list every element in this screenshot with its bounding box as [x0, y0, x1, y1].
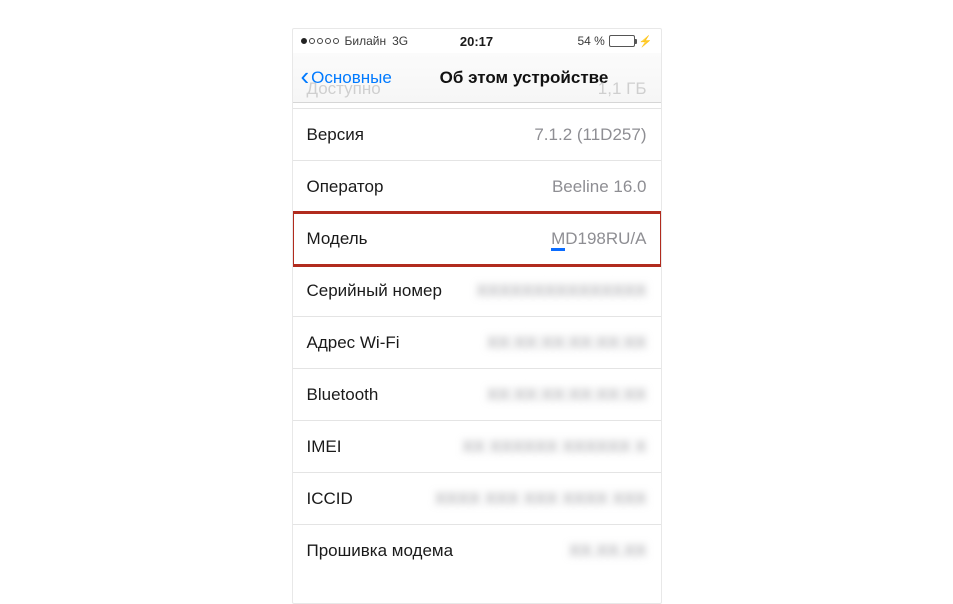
row-model[interactable]: Модель MD198RU/A [293, 213, 661, 265]
row-value: Beeline 16.0 [552, 177, 647, 197]
row-label: Модель [307, 229, 368, 249]
row-label: Оператор [307, 177, 384, 197]
row-value: XX:XX:XX:XX:XX:XX [487, 333, 647, 353]
back-label: Основные [311, 68, 392, 88]
chevron-left-icon: ‹ [301, 63, 310, 89]
settings-list[interactable]: Версия 7.1.2 (11D257) Оператор Beeline 1… [293, 109, 661, 577]
ghost-value: 1,1 ГБ [598, 79, 647, 99]
row-label: Bluetooth [307, 385, 379, 405]
row-label: ICCID [307, 489, 353, 509]
phone-frame: Билайн 3G 20:17 54 % ⚡ ‹ Основные Об это… [292, 28, 662, 604]
row-value: XXXX XXX XXX XXXX XXX [435, 489, 647, 509]
row-value: XX XXXXXX XXXXXX X [462, 437, 646, 457]
row-iccid[interactable]: ICCID XXXX XXX XXX XXXX XXX [293, 473, 661, 525]
row-label: Адрес Wi-Fi [307, 333, 400, 353]
row-value: XX.XX.XX [569, 541, 646, 561]
row-modem-firmware[interactable]: Прошивка модема XX.XX.XX [293, 525, 661, 577]
row-wifi[interactable]: Адрес Wi-Fi XX:XX:XX:XX:XX:XX [293, 317, 661, 369]
row-version[interactable]: Версия 7.1.2 (11D257) [293, 109, 661, 161]
row-value: XXXXXXXXXXXXXXX [476, 281, 646, 301]
row-value: 7.1.2 (11D257) [534, 125, 646, 145]
row-label: Версия [307, 125, 364, 145]
status-bar: Билайн 3G 20:17 54 % ⚡ [293, 29, 661, 53]
row-value: MD198RU/A [551, 229, 646, 249]
row-label: Серийный номер [307, 281, 442, 301]
row-label: Прошивка модема [307, 541, 454, 561]
clock: 20:17 [293, 34, 661, 49]
row-value: XX:XX:XX:XX:XX:XX [487, 385, 647, 405]
back-button[interactable]: ‹ Основные [301, 65, 392, 91]
row-serial[interactable]: Серийный номер XXXXXXXXXXXXXXX [293, 265, 661, 317]
row-bluetooth[interactable]: Bluetooth XX:XX:XX:XX:XX:XX [293, 369, 661, 421]
row-imei[interactable]: IMEI XX XXXXXX XXXXXX X [293, 421, 661, 473]
row-label: IMEI [307, 437, 342, 457]
row-carrier[interactable]: Оператор Beeline 16.0 [293, 161, 661, 213]
nav-bar: ‹ Основные Об этом устройстве Доступно 1… [293, 53, 661, 103]
battery-icon [609, 35, 635, 47]
